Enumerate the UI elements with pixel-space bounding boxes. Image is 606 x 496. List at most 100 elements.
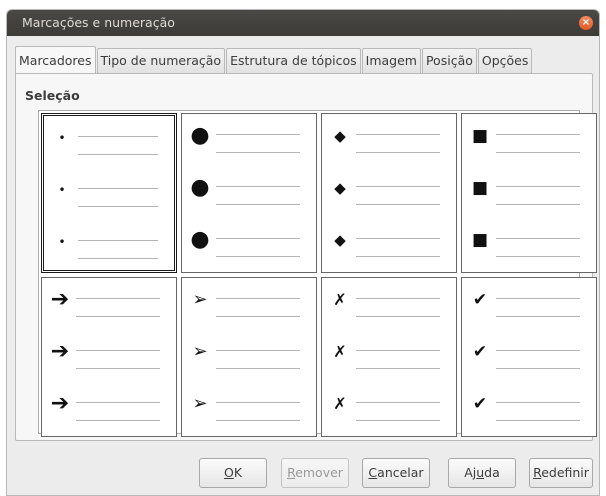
preview-line <box>496 134 580 135</box>
tab-bar: Marcadores Tipo de numeração Estrutura d… <box>15 46 533 73</box>
arrowhead-bullet-icon: ➢ <box>192 289 208 310</box>
check-mark-bullet-icon: ✔ <box>472 290 488 310</box>
preview-line <box>356 420 440 421</box>
preview-line <box>78 188 158 189</box>
tab-opcoes[interactable]: Opções <box>477 48 533 73</box>
preview-line <box>496 238 580 239</box>
x-mark-bullet-icon: ✗ <box>333 290 347 309</box>
bullet-option-small-dot[interactable]: • • • <box>41 113 177 273</box>
bullet-option-arrowhead[interactable]: ➢ ➢ ➢ <box>181 277 317 437</box>
arrow-bullet-icon: ➔ <box>50 287 70 312</box>
ok-button[interactable]: OK <box>199 458 267 488</box>
preview-line <box>356 368 440 369</box>
preview-line <box>216 316 300 317</box>
redefinir-label-post: edefinir <box>541 465 589 480</box>
ok-label-post: K <box>233 465 243 480</box>
preview-line <box>496 402 580 403</box>
remover-button[interactable]: Remover <box>281 458 349 488</box>
cancelar-button[interactable]: Cancelar <box>362 458 430 488</box>
preview-line <box>356 238 440 239</box>
preview-line <box>356 350 440 351</box>
preview-line <box>496 368 580 369</box>
tab-posicao[interactable]: Posição <box>421 48 477 73</box>
preview-line <box>216 204 300 205</box>
large-dot-bullet-icon: ● <box>190 123 210 148</box>
bullet-option-check-mark[interactable]: ✔ ✔ ✔ <box>461 277 597 437</box>
preview-line <box>356 402 440 403</box>
remover-label-post: emover <box>295 465 343 480</box>
bullet-selection-grid: • • • ● ● ● ◆ ◆ ◆ ■ ■ ■ ➔ ➔ ➔ ➢ ➢ ➢ ✗ ✗ ✗ ✔ ✔ ✔ <box>38 110 597 437</box>
remover-label-mnemonic: R <box>287 465 296 480</box>
preview-line <box>76 368 160 369</box>
preview-line <box>496 420 580 421</box>
preview-line <box>356 298 440 299</box>
x-mark-bullet-icon: ✗ <box>333 394 347 413</box>
bullet-option-large-dot[interactable]: ● ● ● <box>181 113 317 273</box>
window-title: Marcações e numeração <box>22 15 175 30</box>
preview-line <box>496 316 580 317</box>
small-dot-bullet-icon: • <box>58 235 66 249</box>
preview-line <box>356 316 440 317</box>
preview-line <box>496 186 580 187</box>
preview-line <box>216 350 300 351</box>
preview-line <box>216 152 300 153</box>
preview-line <box>78 240 158 241</box>
preview-line <box>78 258 158 259</box>
tab-panel: Seleção • • • ● ● ● ◆ ◆ ◆ ■ ■ ■ ➔ ➔ ➔ ➢ ➢ ➢ ✗ ✗ ✗ ✔ ✔ ✔ <box>15 73 597 441</box>
redefinir-label-mnemonic: R <box>533 465 542 480</box>
bullets-numbering-dialog: Marcações e numeração × Marcadores Tipo … <box>6 9 600 496</box>
arrowhead-bullet-icon: ➢ <box>192 341 208 362</box>
preview-line <box>216 420 300 421</box>
bullet-option-x-mark[interactable]: ✗ ✗ ✗ <box>321 277 457 437</box>
preview-line <box>78 136 158 137</box>
preview-line <box>216 238 300 239</box>
tab-tipo-de-numeracao[interactable]: Tipo de numeração <box>96 48 226 73</box>
preview-line <box>496 256 580 257</box>
preview-line <box>78 206 158 207</box>
ajuda-label-mnemonic: u <box>476 465 485 480</box>
cancelar-label-post: ancelar <box>377 465 424 480</box>
ajuda-label-post: da <box>484 465 500 480</box>
tab-estrutura-de-topicos[interactable]: Estrutura de tópicos <box>226 48 361 73</box>
diamond-bullet-icon: ◆ <box>334 127 346 145</box>
close-icon[interactable]: × <box>579 16 593 30</box>
large-dot-bullet-icon: ● <box>190 227 210 252</box>
title-bar: Marcações e numeração × <box>7 10 599 36</box>
diamond-bullet-icon: ◆ <box>334 179 346 197</box>
preview-line <box>496 152 580 153</box>
x-mark-bullet-icon: ✗ <box>333 342 347 361</box>
preview-line <box>496 204 580 205</box>
preview-line <box>216 298 300 299</box>
preview-line <box>76 402 160 403</box>
bullet-option-diamond[interactable]: ◆ ◆ ◆ <box>321 113 457 273</box>
preview-line <box>356 204 440 205</box>
preview-line <box>216 256 300 257</box>
preview-line <box>76 420 160 421</box>
bullet-option-square[interactable]: ■ ■ ■ <box>461 113 597 273</box>
tab-imagem[interactable]: Imagem <box>361 48 421 73</box>
preview-line <box>76 298 160 299</box>
square-bullet-icon: ■ <box>471 230 489 250</box>
diamond-bullet-icon: ◆ <box>334 231 346 249</box>
large-dot-bullet-icon: ● <box>190 175 210 200</box>
preview-line <box>216 368 300 369</box>
ajuda-button[interactable]: Ajuda <box>448 458 516 488</box>
preview-line <box>356 186 440 187</box>
preview-line <box>216 402 300 403</box>
small-dot-bullet-icon: • <box>58 183 66 197</box>
tab-marcadores[interactable]: Marcadores <box>15 46 96 73</box>
bullet-option-arrow[interactable]: ➔ ➔ ➔ <box>41 277 177 437</box>
check-mark-bullet-icon: ✔ <box>472 342 488 362</box>
preview-line <box>78 154 158 155</box>
preview-line <box>496 298 580 299</box>
preview-line <box>356 256 440 257</box>
arrow-bullet-icon: ➔ <box>50 391 70 416</box>
preview-line <box>496 350 580 351</box>
preview-line <box>76 350 160 351</box>
arrow-bullet-icon: ➔ <box>50 339 70 364</box>
cancelar-label-mnemonic: C <box>368 465 378 480</box>
square-bullet-icon: ■ <box>471 178 489 198</box>
redefinir-button[interactable]: Redefinir <box>529 458 593 488</box>
section-title: Seleção <box>25 88 80 103</box>
preview-line <box>356 152 440 153</box>
